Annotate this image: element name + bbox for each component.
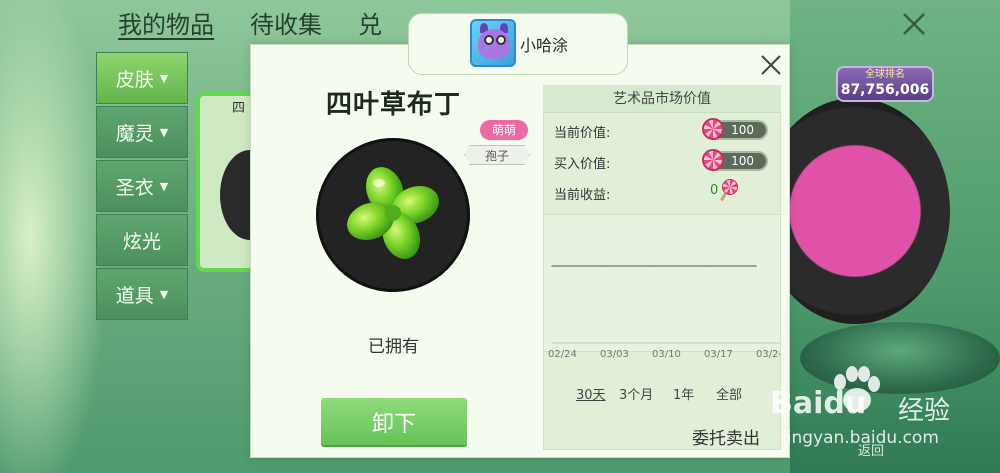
x-tick-label: 03/10 (652, 349, 681, 360)
buy-value-label: 买入价值: (554, 157, 611, 172)
x-tick-label: 03/03 (600, 349, 629, 360)
type-badge: 孢子 (464, 145, 530, 165)
rank-label: 全球排名 (865, 69, 905, 80)
global-rank-badge: 全球排名 87,756,006 (836, 66, 934, 102)
watermark-brand: Baidu (770, 386, 866, 421)
watermark-brand-part2: du (823, 386, 867, 421)
category-sidebar: 皮肤 ▼ 魔灵 ▼ 圣衣 ▼ 炫光 道具 ▼ (96, 52, 188, 322)
sidebar-item-skin[interactable]: 皮肤 ▼ (96, 52, 188, 104)
caret-down-icon: ▼ (159, 287, 169, 301)
sidebar-item-armor[interactable]: 圣衣 ▼ (96, 160, 188, 212)
tab-to-collect[interactable]: 待收集 (250, 8, 322, 42)
price-chart-svg: 02/24 03/03 03/10 03/17 03/24 (548, 265, 780, 360)
watermark-brand-part1: Bai (770, 386, 824, 421)
unload-button[interactable]: 卸下 (321, 398, 467, 445)
player-name: 小哈涂 (520, 36, 569, 55)
avatar-eye (484, 35, 494, 45)
market-title: 艺术品市场价值 (543, 85, 781, 113)
avatar-eye (496, 35, 506, 45)
caret-down-icon: ▼ (159, 179, 169, 193)
sidebar-item-spirit[interactable]: 魔灵 ▼ (96, 106, 188, 158)
profit-label: 当前收益: (554, 188, 611, 203)
range-tab-30d[interactable]: 30天 (576, 384, 606, 403)
x-tick-label: 03/17 (704, 349, 733, 360)
rarity-badge: 萌萌 (480, 120, 528, 140)
x-tick-label: 02/24 (548, 349, 577, 360)
close-icon[interactable] (898, 8, 930, 40)
background-glow (0, 0, 100, 473)
player-name-tab (408, 13, 628, 75)
sidebar-item-label: 圣衣 (115, 176, 154, 199)
tab-exchange[interactable]: 兑 (358, 8, 382, 42)
lollipop-icon (702, 149, 724, 171)
tab-my-items[interactable]: 我的物品 (118, 8, 214, 42)
sidebar-item-label: 炫光 (122, 230, 161, 253)
sidebar-item-label: 魔灵 (115, 122, 154, 145)
data-point (755, 265, 757, 267)
watermark-cn: 经验 (898, 396, 951, 426)
range-tab-all[interactable]: 全部 (716, 384, 742, 403)
price-chart: 02/24 03/03 03/10 03/17 03/24 (544, 214, 780, 360)
range-tab-3m[interactable]: 3个月 (619, 384, 653, 403)
four-leaf-clover-icon (347, 167, 439, 259)
data-point (602, 265, 604, 267)
data-point (704, 265, 706, 267)
profit-value: 0 (710, 183, 719, 198)
data-point (653, 265, 655, 267)
sidebar-item-label: 道具 (115, 284, 154, 307)
watermark-url: jingyan.baidu.com (782, 428, 939, 448)
avatar (470, 19, 516, 67)
rank-value: 87,756,006 (840, 82, 930, 98)
avatar-face (478, 29, 510, 59)
top-tabs: 我的物品 待收集 兑 (118, 8, 382, 42)
consign-sell-button[interactable]: 委托卖出 (692, 424, 760, 449)
ownership-status: 已拥有 (368, 337, 419, 357)
caret-down-icon: ▼ (159, 125, 169, 139)
caret-down-icon: ▼ (159, 71, 169, 85)
range-tab-1y[interactable]: 1年 (673, 384, 694, 403)
close-icon[interactable] (759, 53, 783, 77)
data-point (551, 265, 553, 267)
sidebar-item-glow[interactable]: 炫光 (96, 214, 188, 266)
sidebar-item-props[interactable]: 道具 ▼ (96, 268, 188, 320)
sidebar-item-label: 皮肤 (115, 68, 154, 91)
item-title: 四叶草布丁 (326, 90, 462, 120)
current-value-label: 当前价值: (554, 126, 611, 141)
x-tick-label: 03/24 (756, 349, 780, 360)
lollipop-icon (702, 118, 724, 140)
item-card-title: 四 (232, 101, 246, 116)
